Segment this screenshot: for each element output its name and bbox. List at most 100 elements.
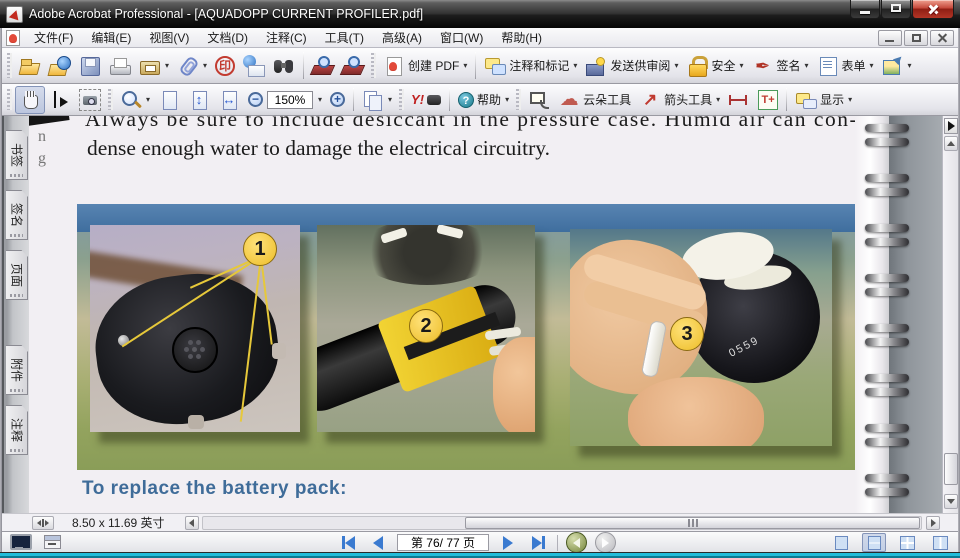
window-pane-icon[interactable] [44,535,61,549]
facing-layout-button[interactable] [928,533,952,552]
sign-button[interactable]: ✒签名▾ [747,52,812,80]
continuous-layout-button[interactable] [862,533,886,552]
tab-signatures[interactable]: 签名 [6,190,28,240]
page-number-input[interactable] [397,534,489,551]
scroll-down-button[interactable] [944,494,958,509]
zoom-out-button[interactable]: − [244,89,267,110]
zoom-tool-button[interactable]: ▾ [116,86,154,114]
tab-grip [10,174,23,177]
pane-splitter-toggle[interactable] [32,516,54,530]
measure-tool-button[interactable] [724,86,754,114]
organizer-button[interactable]: ▾ [135,52,173,80]
textbox-tool-button[interactable]: T+ [754,87,782,113]
export-button[interactable]: ▾ [878,52,916,80]
seal-stamp-button[interactable]: 印 [211,53,239,79]
tab-pages[interactable]: 页面 [6,250,28,300]
next-view-button[interactable] [595,532,616,553]
yahoo-search-button[interactable]: Y! [407,89,445,110]
single-page-layout-button[interactable] [829,533,853,552]
document-page-view[interactable]: Always be sure to include desiccant in t… [29,116,942,513]
menu-comments[interactable]: 注释(C) [258,27,315,48]
zoom-level-input[interactable] [267,91,313,109]
menu-view[interactable]: 视图(V) [141,27,197,48]
send-review-button[interactable]: 发送供审阅▾ [581,52,682,80]
search-comments-button[interactable] [338,52,368,80]
help-button[interactable]: ?帮助▾ [454,88,513,111]
callout-tool-button[interactable] [524,86,554,114]
toolbar-grip[interactable] [399,89,404,110]
select-tool-button[interactable] [45,86,75,114]
menu-document[interactable]: 文档(D) [199,27,256,48]
next-page-button[interactable] [497,534,519,552]
review-tracker-button[interactable] [308,52,338,80]
tab-bookmarks[interactable]: 书签 [6,130,28,180]
previous-view-button[interactable] [566,532,587,553]
menu-file[interactable]: 文件(F) [26,27,81,48]
create-pdf-button[interactable]: 创建 PDF▾ [379,52,471,80]
search-button[interactable] [269,52,299,80]
save-button[interactable] [75,52,105,80]
continuous-facing-layout-button[interactable] [895,533,919,552]
menu-advanced[interactable]: 高级(A) [374,27,430,48]
toolbar-grip[interactable] [371,53,376,78]
menu-window[interactable]: 窗口(W) [432,27,491,48]
doc-close-button[interactable] [930,30,954,46]
show-comments-button[interactable]: 显示▾ [791,86,856,114]
menu-edit[interactable]: 编辑(E) [83,27,139,48]
toolbar-grip[interactable] [516,89,521,110]
menu-tools[interactable]: 工具(T) [317,27,372,48]
attach-button[interactable]: ▾ [173,52,211,80]
pdf-document-icon[interactable] [6,30,20,46]
left-triangle-icon [338,536,355,550]
zoom-in-button[interactable]: + [326,89,349,110]
close-button[interactable] [912,0,954,19]
horizontal-scroll-thumb[interactable] [465,517,920,529]
tab-comments[interactable]: 注释 [6,405,28,455]
scroll-right-button[interactable] [926,516,940,530]
tab-grip [10,449,23,452]
cloud-tool-label: 云朵工具 [583,91,631,108]
page-display-button[interactable]: ▾ [358,86,396,114]
horizontal-scroll-track[interactable] [202,516,922,530]
secure-button[interactable]: 安全▾ [682,52,747,80]
vertical-scroll-thumb[interactable] [944,453,958,485]
menu-help[interactable]: 帮助(H) [493,27,550,48]
arrow-tool-button[interactable]: ↗箭头工具▾ [635,86,724,114]
zoom-level-dropdown[interactable]: ▾ [313,92,326,107]
restore-button[interactable] [881,0,911,19]
last-page-button[interactable] [527,534,549,552]
window-bottom-edge [0,552,960,558]
toolbar-grip[interactable] [7,89,12,110]
forms-button[interactable]: 表单▾ [813,52,878,80]
fit-page-button[interactable]: ↕ [184,86,214,114]
snapshot-tool-button[interactable] [75,86,105,114]
cloud-tool-button[interactable]: ☁云朵工具 [554,86,635,114]
open-button[interactable] [15,52,45,80]
actual-size-button[interactable] [154,86,184,114]
reading-mode-icon[interactable] [10,534,30,551]
doc-minimize-button[interactable] [878,30,902,46]
title-bar[interactable]: Adobe Acrobat Professional - [AQUADOPP C… [0,0,960,28]
email-button[interactable] [239,52,269,80]
tab-attachments[interactable]: 附件 [6,345,28,395]
previous-page-button[interactable] [367,534,389,552]
toolbar-grip[interactable] [108,89,113,110]
caret-down-icon: ▾ [318,95,322,104]
bar-icon [542,536,545,549]
vertical-scrollbar[interactable] [942,116,958,513]
print-button[interactable] [105,52,135,80]
open-web-button[interactable] [45,52,75,80]
fit-width-button[interactable]: ↔ [214,86,244,114]
minimize-button[interactable] [850,0,880,19]
caret-down-icon: ▾ [716,95,720,104]
scroll-up-button[interactable] [944,136,958,151]
pane-splitter-button[interactable] [944,118,958,134]
hand-tool-button[interactable] [15,86,45,114]
scroll-left-button[interactable] [185,516,199,530]
acrobat-app-icon[interactable] [6,6,23,23]
first-page-button[interactable] [337,534,359,552]
comment-markup-button[interactable]: 注释和标记▾ [480,52,581,80]
doc-restore-button[interactable] [904,30,928,46]
toolbar-grip[interactable] [7,53,12,78]
caret-down-icon: ▾ [146,95,150,104]
